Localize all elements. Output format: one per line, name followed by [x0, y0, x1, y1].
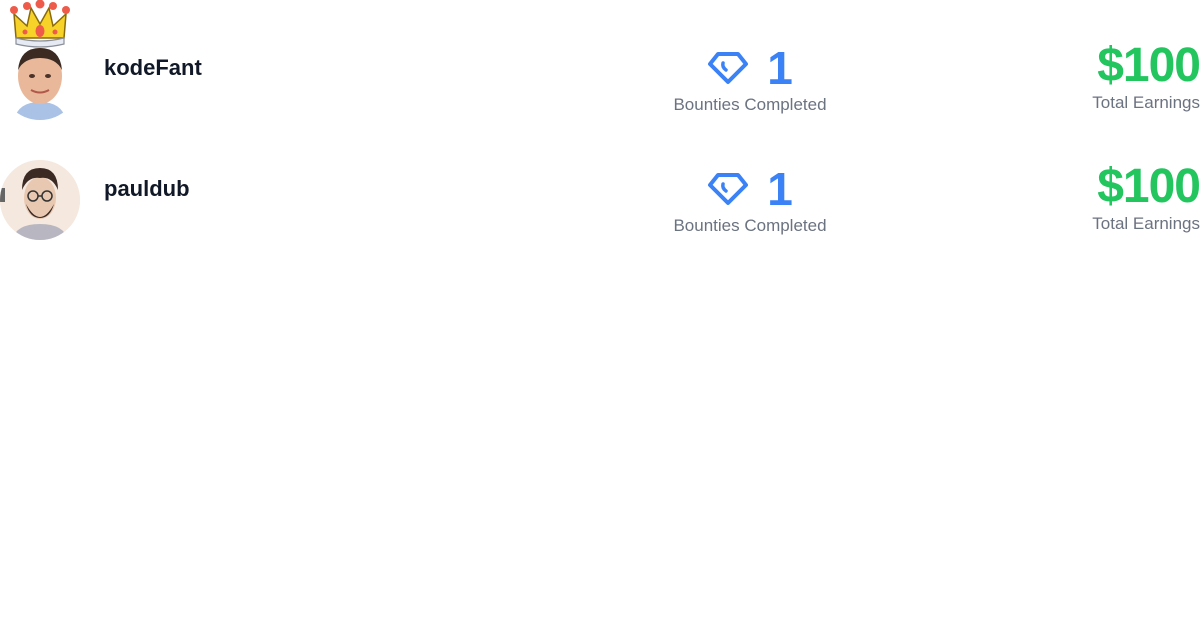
earnings-amount: $100: [1097, 39, 1200, 92]
bounties-count: 1: [767, 42, 793, 94]
bounties-stat: 1 Bounties Completed: [660, 43, 840, 115]
diamond-icon: [708, 52, 749, 84]
crown-icon: [10, 0, 70, 48]
diamond-icon: [708, 173, 749, 205]
bounties-label: Bounties Completed: [673, 216, 827, 235]
earnings-label: Total Earnings: [1092, 214, 1200, 233]
user-photo-icon: [0, 40, 80, 120]
earnings-amount: $100: [1097, 160, 1200, 213]
bounties-label: Bounties Completed: [673, 95, 827, 114]
avatar[interactable]: [0, 160, 80, 240]
earnings-label: Total Earnings: [1092, 93, 1200, 112]
avatar[interactable]: [0, 40, 80, 120]
leaderboard-row: kodeFant 1 Bounties Completed $100 Total…: [0, 0, 1200, 120]
leaderboard-row: pauldub 1 Bounties Completed $100 Total …: [0, 160, 1200, 250]
bounties-stat: 1 Bounties Completed: [660, 164, 840, 236]
earnings-stat: $100 Total Earnings: [1092, 39, 1200, 113]
earnings-stat: $100 Total Earnings: [1092, 160, 1200, 234]
bounties-count: 1: [767, 163, 793, 215]
username[interactable]: kodeFant: [104, 55, 202, 81]
user-illustration-icon: [0, 160, 80, 240]
username[interactable]: pauldub: [104, 176, 190, 202]
